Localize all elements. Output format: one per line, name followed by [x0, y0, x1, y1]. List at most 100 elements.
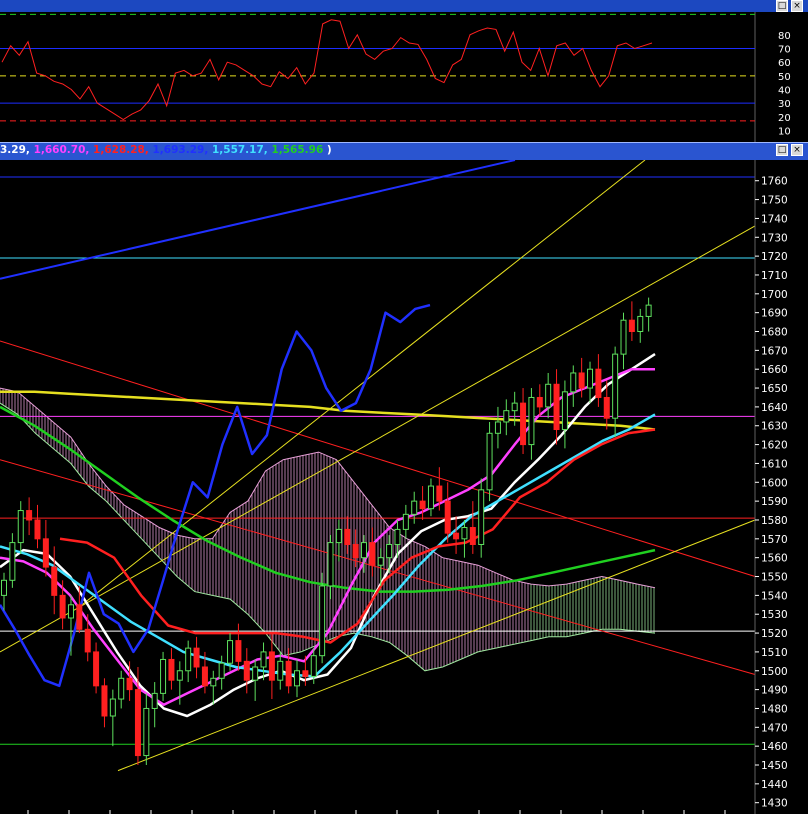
- candle-body: [327, 542, 334, 587]
- candle-body: [235, 640, 242, 662]
- price-tick-label-28: 1710: [761, 270, 788, 282]
- indicator-value-5: 1,565.96: [271, 144, 324, 156]
- price-close-button[interactable]: ×: [791, 144, 803, 156]
- price-tick-label-7: 1500: [761, 666, 788, 678]
- price-tick-label-15: 1580: [761, 515, 788, 527]
- candle-body: [436, 485, 443, 502]
- candle-body: [42, 538, 49, 568]
- candle-body: [151, 692, 158, 709]
- price-tick-label-0: 1430: [761, 798, 788, 810]
- candle-body: [453, 532, 460, 540]
- price-tick-label-21: 1640: [761, 402, 788, 414]
- oscillator-tick-label-6: 70: [778, 45, 791, 56]
- price-tick-label-5: 1480: [761, 703, 788, 715]
- price-tick-label-22: 1650: [761, 383, 788, 395]
- candle-body: [176, 670, 183, 681]
- oscillator-series-line-0: [1, 19, 653, 121]
- candle-body: [352, 543, 359, 559]
- candle-body: [76, 604, 83, 630]
- candle-body: [160, 658, 167, 694]
- indicator-value-6: ): [323, 144, 332, 156]
- candle-body: [67, 604, 74, 619]
- trend-line-3: [117, 519, 756, 772]
- price-pane: 3.29, 1,660.70, 1,628.28, 1,693.29, 1,55…: [0, 142, 808, 814]
- candle-body: [335, 528, 342, 544]
- candle-body: [528, 396, 535, 446]
- candle-body: [628, 319, 635, 333]
- candles: [1, 297, 652, 765]
- candle-body: [444, 500, 451, 534]
- candle-body: [377, 557, 384, 566]
- price-tick-label-20: 1630: [761, 421, 788, 433]
- candle-body: [218, 662, 225, 679]
- price-tick-label-10: 1530: [761, 609, 788, 621]
- price-tick-label-6: 1490: [761, 685, 788, 697]
- candle-body: [210, 677, 217, 687]
- candle-body: [612, 353, 619, 419]
- candle-body: [469, 527, 476, 545]
- price-tick-label-26: 1690: [761, 308, 788, 320]
- candle-body: [227, 640, 234, 664]
- candle-body: [427, 485, 434, 510]
- price-tick-label-19: 1620: [761, 440, 788, 452]
- price-tick-label-29: 1720: [761, 251, 788, 263]
- price-chart: 1430 1440 1450 1460 1470 1480 1490 1500 1510 1520…: [0, 160, 808, 814]
- candle-body: [93, 651, 100, 687]
- candle-body: [134, 689, 141, 757]
- candle-body: [277, 660, 284, 681]
- candle-body: [268, 651, 275, 681]
- oscillator-tick-label-2: 30: [778, 99, 791, 110]
- candle-body: [185, 647, 192, 672]
- candle-body: [603, 396, 610, 419]
- oscillator-tick-label-4: 50: [778, 72, 791, 83]
- price-maximize-button[interactable]: □: [776, 144, 788, 156]
- price-tick-label-32: 1750: [761, 195, 788, 207]
- oscillator-tick-label-0: 10: [778, 126, 791, 137]
- indicator-value-2: 1,628.28,: [93, 144, 153, 156]
- candle-body: [126, 677, 133, 691]
- candle-body: [285, 660, 292, 687]
- candle-body: [360, 542, 367, 559]
- candle-body: [620, 319, 627, 355]
- price-tick-label-27: 1700: [761, 289, 788, 301]
- indicator-value-4: 1,557.17,: [211, 144, 272, 156]
- candle-body: [461, 527, 468, 540]
- candle-body: [561, 391, 568, 431]
- candle-body: [369, 542, 376, 566]
- candle-body: [294, 670, 301, 687]
- candle-body: [310, 655, 317, 677]
- candle-body: [486, 432, 493, 491]
- candle-body: [34, 519, 41, 540]
- candle-body: [101, 685, 108, 717]
- candle-body: [84, 628, 91, 653]
- candle-body: [201, 666, 208, 687]
- candle-body: [553, 383, 560, 431]
- candle-body: [494, 421, 501, 434]
- price-tick-label-23: 1660: [761, 364, 788, 376]
- candle-body: [319, 585, 326, 657]
- price-tick-label-1: 1440: [761, 779, 788, 791]
- price-tick-label-11: 1540: [761, 590, 788, 602]
- price-tick-label-33: 1760: [761, 176, 788, 188]
- price-tick-label-4: 1470: [761, 722, 788, 734]
- indicator-values-readout: 3.29, 1,660.70, 1,628.28, 1,693.29, 1,55…: [0, 144, 332, 156]
- price-tick-label-30: 1730: [761, 232, 788, 244]
- price-tick-label-2: 1450: [761, 760, 788, 772]
- candle-body: [536, 396, 543, 408]
- price-tick-label-9: 1520: [761, 628, 788, 640]
- candle-body: [17, 510, 24, 544]
- candle-body: [578, 372, 585, 389]
- candle-body: [411, 500, 418, 515]
- candle-body: [402, 513, 409, 530]
- candle-body: [520, 402, 527, 446]
- price-tick-label-16: 1590: [761, 496, 788, 508]
- candle-body: [344, 528, 351, 545]
- price-tick-label-3: 1460: [761, 741, 788, 753]
- price-tick-label-17: 1600: [761, 477, 788, 489]
- candle-body: [59, 594, 66, 619]
- price-tick-label-18: 1610: [761, 458, 788, 470]
- candle-body: [1, 579, 7, 596]
- oscillator-pane: □ × 10 20 30 40 50 60 70 80: [0, 0, 808, 142]
- ichimoku-cloud: [0, 388, 655, 671]
- trend-line-0: [0, 160, 516, 280]
